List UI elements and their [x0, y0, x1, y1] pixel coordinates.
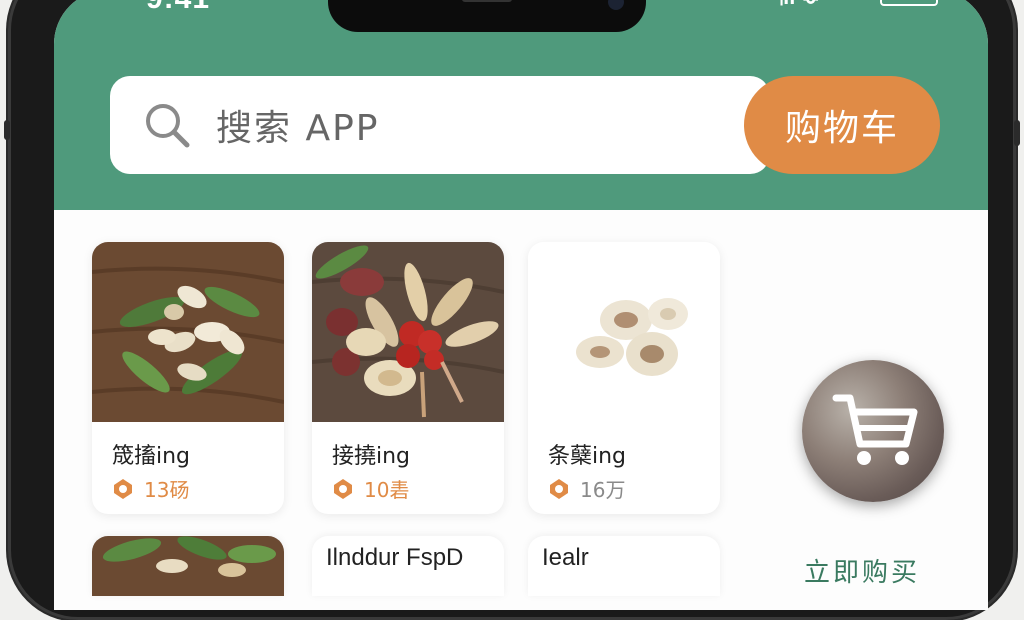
product-card[interactable]: Iealr — [528, 536, 720, 596]
product-name: 接撓ing — [332, 444, 411, 469]
product-image — [312, 242, 504, 422]
product-name: 条蘖ing — [548, 444, 627, 469]
camera — [608, 0, 624, 10]
header-bar: 9:41 ᵢll ≎ 搜索 APP 购物车 — [54, 0, 988, 210]
product-card[interactable]: Ilnddur FspD — [312, 536, 504, 596]
cart-button[interactable]: 购物车 — [744, 76, 940, 174]
product-name: Iealr — [542, 544, 589, 571]
product-card[interactable] — [92, 536, 284, 596]
phone-side-button — [1014, 120, 1020, 146]
search-icon — [142, 100, 192, 150]
phone-side-button — [4, 120, 10, 140]
speaker — [462, 0, 512, 2]
product-price: 13砀 — [112, 474, 189, 503]
product-price: 16万 — [548, 474, 625, 503]
product-price-text: 16万 — [580, 478, 626, 502]
search-input[interactable]: 搜索 APP — [110, 76, 770, 174]
product-image — [528, 242, 720, 422]
product-price-text: 10砉 — [364, 478, 410, 502]
floating-cart-button[interactable] — [802, 360, 944, 502]
product-card[interactable]: 条蘖ing 16万 — [528, 242, 720, 514]
app-screen: 9:41 ᵢll ≎ 搜索 APP 购物车 — [54, 0, 988, 610]
product-grid: 筬搐ing 13砀 接撓ing 10砉 条蘖ing 16万 Ilnddur Fs… — [54, 210, 988, 610]
product-name: Ilnddur FspD — [326, 544, 464, 571]
price-badge-icon — [550, 478, 568, 499]
search-placeholder: 搜索 APP — [216, 108, 380, 149]
signal-indicator: ᵢll ≎ — [780, 0, 820, 10]
product-card[interactable]: 接撓ing 10砉 — [312, 242, 504, 514]
product-image — [92, 536, 284, 596]
shopping-cart-icon — [832, 394, 918, 465]
product-price-text: 13砀 — [144, 478, 190, 502]
product-card[interactable]: 筬搐ing 13砀 — [92, 242, 284, 514]
status-time: 9:41 — [146, 0, 210, 16]
price-badge-icon — [114, 478, 132, 499]
fab-label: 立即购买 — [804, 558, 921, 588]
product-price: 10砉 — [332, 474, 409, 503]
price-badge-icon — [334, 478, 352, 499]
product-name: 筬搐ing — [112, 444, 191, 469]
product-image — [92, 242, 284, 422]
battery-icon — [880, 0, 938, 6]
notch — [328, 0, 646, 32]
